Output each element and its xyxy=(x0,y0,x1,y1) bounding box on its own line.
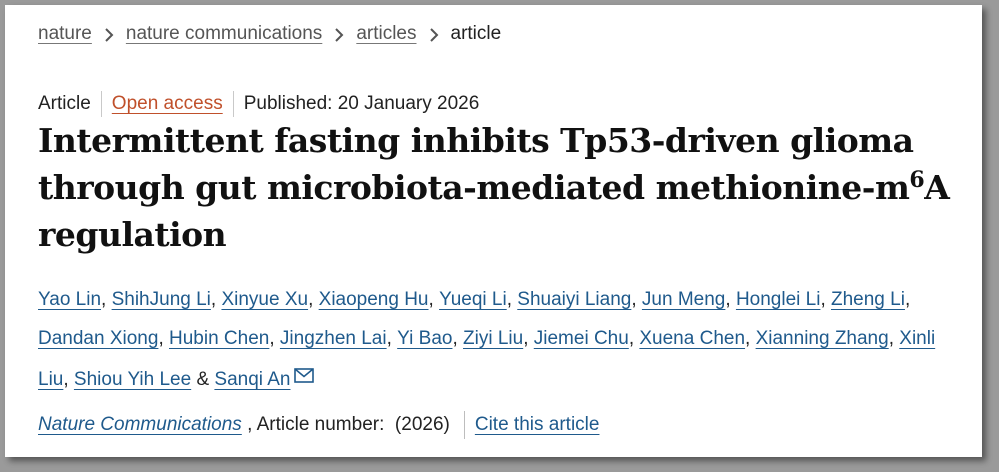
author-link[interactable]: Shuaiyi Liang xyxy=(517,289,631,310)
author-item: Xinyue Xu, xyxy=(221,289,318,310)
author-link[interactable]: Honglei Li xyxy=(736,289,821,310)
author-list: Yao Lin, ShihJung Li, Xinyue Xu, Xiaopen… xyxy=(38,280,958,399)
author-link[interactable]: Xiaopeng Hu xyxy=(319,289,429,310)
author-separator: , xyxy=(631,289,642,310)
author-link[interactable]: ShihJung Li xyxy=(112,289,211,310)
author-separator: , xyxy=(820,289,831,310)
author-link[interactable]: Yueqi Li xyxy=(439,289,507,310)
author-link[interactable]: Zheng Li xyxy=(831,289,905,310)
author-separator: , xyxy=(523,328,534,349)
published-date: Published: 20 January 2026 xyxy=(243,93,480,114)
author-separator: , xyxy=(428,289,440,310)
author-item: Xianning Zhang, xyxy=(756,328,900,349)
article-meta: Article Open access Published: 20 Januar… xyxy=(38,91,479,117)
meta-divider xyxy=(100,91,102,117)
author-item: Xuena Chen, xyxy=(639,328,755,349)
open-access-link[interactable]: Open access xyxy=(112,93,223,115)
author-link[interactable]: Jiemei Chu xyxy=(534,328,629,349)
article-title: Intermittent fasting inhibits Tp53-drive… xyxy=(38,117,968,258)
journal-link[interactable]: Nature Communications xyxy=(38,414,242,436)
author-link[interactable]: Xinyue Xu xyxy=(221,289,308,310)
author-link[interactable]: Ziyi Liu xyxy=(463,328,523,349)
author-separator: , xyxy=(269,328,280,349)
chevron-right-icon xyxy=(92,24,126,45)
author-item: Ziyi Liu, xyxy=(463,328,534,349)
breadcrumb-link-nature[interactable]: nature xyxy=(38,23,92,45)
author-item: Shuaiyi Liang, xyxy=(517,289,642,310)
author-separator: , xyxy=(63,369,74,390)
chevron-right-icon xyxy=(322,24,356,45)
breadcrumb-current: article xyxy=(450,23,502,44)
breadcrumb-link-nature-communications[interactable]: nature communications xyxy=(126,23,322,45)
author-item: Jun Meng, xyxy=(642,289,736,310)
author-item: Yueqi Li, xyxy=(439,289,517,310)
author-item: Shiou Yih Lee & xyxy=(74,369,215,390)
title-superscript: 6 xyxy=(909,167,925,193)
author-link[interactable]: Xuena Chen xyxy=(639,328,745,349)
author-separator: & xyxy=(191,369,215,390)
author-separator: , xyxy=(308,289,319,310)
author-separator: , xyxy=(888,328,900,349)
author-separator: , xyxy=(745,328,756,349)
citation-line: Nature Communications , Article number: … xyxy=(38,411,599,439)
author-link[interactable]: Yao Lin xyxy=(38,289,101,310)
author-link[interactable]: Jingzhen Lai xyxy=(280,328,387,349)
author-separator: , xyxy=(101,289,112,310)
cite-this-article-link[interactable]: Cite this article xyxy=(475,414,600,436)
author-item: Jingzhen Lai, xyxy=(280,328,397,349)
meta-divider xyxy=(232,91,234,117)
breadcrumb: nature nature communications articles ar… xyxy=(38,23,501,45)
author-item: Yi Bao, xyxy=(397,328,463,349)
author-link[interactable]: Shiou Yih Lee xyxy=(74,369,191,390)
author-item: Yao Lin, xyxy=(38,289,112,310)
author-item: Jiemei Chu, xyxy=(534,328,640,349)
citation-divider xyxy=(463,411,465,439)
author-separator: , xyxy=(725,289,736,310)
author-separator: , xyxy=(628,328,640,349)
article-number-text: , Article number: (2026) xyxy=(241,414,450,435)
author-link[interactable]: Jun Meng xyxy=(642,289,725,310)
article-type: Article xyxy=(38,93,91,114)
author-separator: , xyxy=(452,328,464,349)
author-link[interactable]: Dandan Xiong xyxy=(38,328,158,349)
chevron-right-icon xyxy=(417,24,451,45)
author-link[interactable]: Xianning Zhang xyxy=(756,328,889,349)
author-item: ShihJung Li, xyxy=(112,289,222,310)
mail-icon[interactable] xyxy=(293,358,314,397)
author-separator: , xyxy=(904,289,911,310)
author-item: Honglei Li, xyxy=(736,289,831,310)
title-main: Intermittent fasting inhibits Tp53-drive… xyxy=(38,121,914,207)
author-separator: , xyxy=(210,289,222,310)
author-link[interactable]: Yi Bao xyxy=(397,328,452,349)
author-item: Dandan Xiong, xyxy=(38,328,169,349)
article-header: nature nature communications articles ar… xyxy=(5,5,982,457)
author-item: Hubin Chen, xyxy=(169,328,280,349)
author-separator: , xyxy=(506,289,518,310)
author-item: Xiaopeng Hu, xyxy=(319,289,439,310)
author-item: Sanqi An xyxy=(214,368,314,390)
breadcrumb-link-articles[interactable]: articles xyxy=(356,23,416,45)
author-link[interactable]: Hubin Chen xyxy=(169,328,269,349)
author-separator: , xyxy=(158,328,169,349)
author-separator: , xyxy=(386,328,398,349)
author-link[interactable]: Sanqi An xyxy=(214,369,290,390)
author-item: Zheng Li, xyxy=(831,289,910,310)
